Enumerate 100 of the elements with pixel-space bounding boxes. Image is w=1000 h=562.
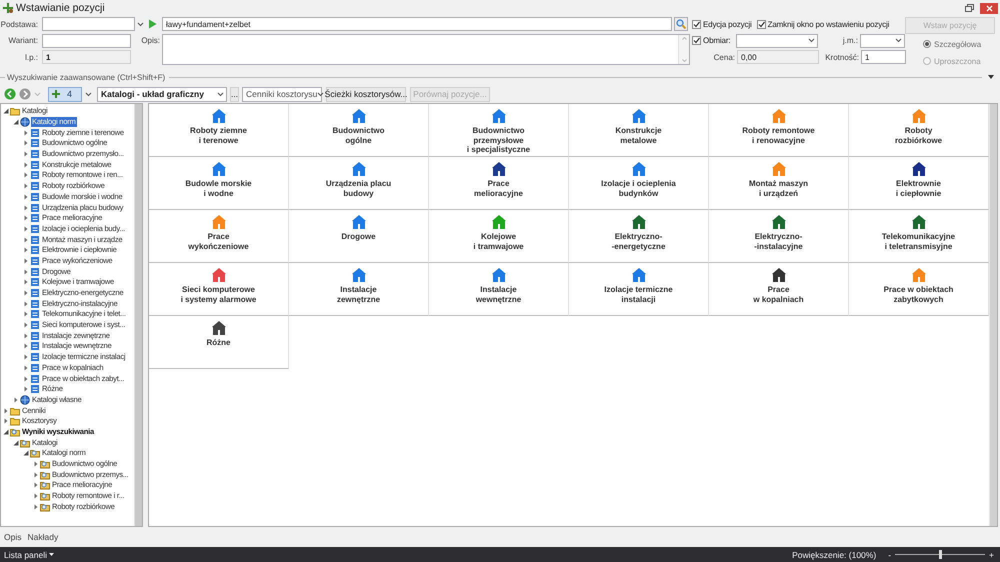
restore-icon[interactable] — [965, 4, 974, 12]
category-tile[interactable]: Budownictwo przemysłowe i specjalistyczne — [429, 104, 569, 157]
caret-right-icon[interactable] — [23, 204, 29, 211]
caret-right-icon[interactable] — [23, 268, 29, 275]
caret-right-icon[interactable] — [23, 247, 29, 254]
search-folder-icon — [40, 470, 50, 480]
category-tile[interactable]: Instalacje wewnętrzne — [429, 263, 569, 316]
category-icon — [30, 149, 40, 160]
category-tile[interactable]: Prace w kopalniach — [709, 263, 849, 316]
category-tile[interactable]: Drogowe — [289, 210, 429, 263]
caret-right-icon[interactable] — [23, 386, 29, 392]
caret-right-icon[interactable] — [23, 151, 29, 158]
category-tile[interactable]: Roboty ziemne i terenowe — [149, 104, 289, 157]
panel-tab[interactable]: Opis — [3, 532, 22, 542]
category-icon — [30, 213, 40, 224]
chevron-down-icon[interactable] — [137, 22, 144, 26]
view-dropdown[interactable]: Katalogi - układ graficzny — [97, 86, 227, 102]
check-icon[interactable] — [693, 20, 700, 28]
panel-tab[interactable]: Nakłady — [26, 532, 60, 542]
caret-right-icon[interactable] — [23, 194, 29, 200]
checkbox[interactable]: Edycja pozycji — [692, 20, 752, 28]
category-tile[interactable]: Różne — [149, 316, 289, 369]
history-field[interactable]: 4 — [48, 86, 82, 102]
caret-right-icon[interactable] — [23, 279, 29, 286]
forward-button[interactable] — [19, 88, 31, 100]
category-tile[interactable]: Budowle morskie i wodne — [149, 157, 289, 210]
caret-right-icon[interactable] — [23, 172, 29, 178]
chevron-down-icon[interactable] — [85, 92, 92, 96]
chevron-down-icon[interactable] — [217, 92, 224, 96]
caret-right-icon[interactable] — [23, 290, 29, 296]
category-tile[interactable]: Izolacje i ocieplenia budynków — [569, 157, 709, 210]
caret-right-icon[interactable] — [23, 364, 29, 371]
zoom-in-button[interactable]: + — [989, 550, 994, 560]
category-tile[interactable]: Elektryczno- -instalacyjne — [709, 210, 849, 263]
caret-right-icon[interactable] — [23, 332, 29, 339]
panels-menu[interactable]: Lista paneli — [4, 550, 54, 560]
caret-right-icon[interactable] — [23, 300, 29, 307]
caret-right-icon[interactable] — [23, 311, 29, 318]
chevron-down-icon[interactable] — [317, 92, 324, 96]
category-icon — [30, 234, 40, 245]
check-icon[interactable] — [693, 37, 700, 44]
field-label: j.m.: — [842, 36, 858, 45]
category-tile[interactable]: Elektryczno- -energetyczne — [569, 210, 709, 263]
caret-right-icon[interactable] — [23, 343, 29, 350]
text-field[interactable] — [42, 34, 131, 48]
more-button[interactable]: ... — [230, 86, 239, 102]
caret-right-icon[interactable] — [23, 322, 29, 328]
chevron-down-icon[interactable] — [808, 38, 815, 43]
caret-right-icon[interactable] — [23, 130, 29, 136]
category-tile[interactable]: Sieci komputerowe i systemy alarmowe — [149, 263, 289, 316]
category-icon — [30, 170, 40, 180]
caret-right-icon[interactable] — [23, 183, 29, 190]
category-tile[interactable]: Konstrukcje metalowe — [569, 104, 709, 157]
category-tile[interactable]: Montaż maszyn i urządzeń — [709, 157, 849, 210]
slider-thumb[interactable] — [939, 550, 942, 559]
category-tile[interactable]: Prace melioracyjne — [429, 157, 569, 210]
category-icon — [30, 266, 40, 277]
category-icon — [30, 192, 40, 202]
price-list-dropdown[interactable]: Cenniki kosztorysu — [242, 86, 322, 102]
caret-down-icon[interactable] — [49, 553, 54, 556]
close-button[interactable] — [980, 2, 998, 14]
checkbox[interactable]: Zamknij okno po wstawieniu pozycji — [756, 20, 890, 28]
caret-right-icon[interactable] — [23, 140, 29, 146]
field-label: Podstawa: — [0, 20, 39, 28]
caret-right-icon[interactable] — [23, 162, 29, 168]
toolbar-button[interactable]: Ścieżki kosztorysów... — [326, 86, 406, 102]
category-icon — [30, 128, 40, 138]
category-icon — [30, 352, 40, 362]
zoom-out-button[interactable]: - — [888, 550, 892, 560]
chevron-down-icon[interactable] — [895, 38, 902, 43]
text-field[interactable]: 1 — [861, 50, 906, 64]
category-tile[interactable]: Prace wykończeniowe — [149, 210, 289, 263]
caret-right-icon[interactable] — [23, 236, 29, 243]
caret-right-icon[interactable] — [23, 376, 29, 382]
category-tile[interactable]: Budownictwo ogólne — [289, 104, 429, 157]
checkbox[interactable]: Obmiar: — [692, 36, 730, 45]
caret-right-icon[interactable] — [23, 226, 29, 232]
category-tile[interactable]: Izolacje termiczne instalacji — [569, 263, 709, 316]
category-icon — [30, 374, 40, 384]
scrollbar[interactable] — [134, 104, 142, 526]
category-tile[interactable]: Kolejowe i tramwajowe — [429, 210, 569, 263]
category-tile[interactable]: Instalacje zewnętrzne — [289, 263, 429, 316]
check-icon[interactable] — [758, 20, 765, 28]
category-icon — [30, 341, 40, 352]
caret-right-icon[interactable] — [23, 215, 29, 222]
search-field[interactable]: ławy+fundament+zelbet — [162, 17, 672, 31]
search-button[interactable] — [674, 17, 688, 31]
category-tile[interactable]: Urządzenia placu budowy — [289, 157, 429, 210]
section-label[interactable]: Wyszukiwanie zaawansowane (Ctrl+Shift+F) — [7, 72, 166, 82]
close-icon[interactable] — [986, 4, 992, 12]
category-icon — [30, 288, 40, 298]
search-folder-icon — [20, 438, 30, 448]
window-title: Wstawianie pozycji — [16, 2, 105, 14]
triangle-down-icon[interactable] — [988, 75, 994, 79]
scrollbar[interactable] — [989, 104, 997, 526]
back-button[interactable] — [4, 88, 16, 100]
category-tile[interactable]: Roboty remontowe i renowacyjne — [709, 104, 849, 157]
category-icon — [30, 160, 40, 170]
caret-right-icon[interactable] — [23, 354, 29, 360]
caret-right-icon[interactable] — [23, 258, 29, 264]
